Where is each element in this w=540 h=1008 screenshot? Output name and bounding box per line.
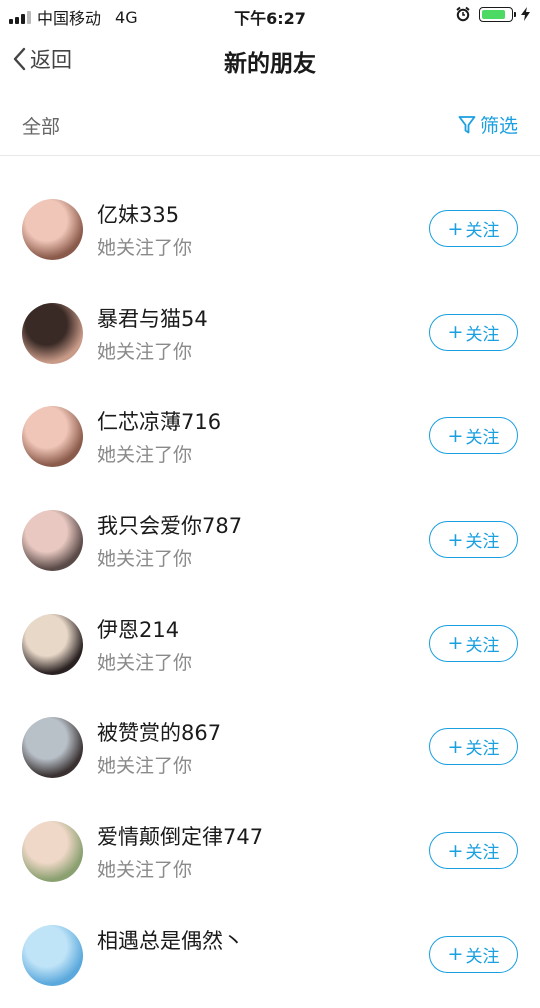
follow-button[interactable]: + 关注 (429, 313, 518, 351)
friend-row[interactable]: 爱情颠倒定律747 她关注了你 + 关注 (0, 800, 540, 904)
friend-subtitle: 她关注了你 (97, 859, 193, 882)
friend-row[interactable]: 我只会爱你787 她关注了你 + 关注 (0, 489, 540, 593)
friend-row[interactable]: 仁芯凉薄716 她关注了你 + 关注 (0, 385, 540, 489)
friend-subtitle: 她关注了你 (97, 755, 193, 778)
plus-icon: + (447, 943, 464, 966)
funnel-icon (458, 115, 476, 133)
plus-icon: + (447, 632, 464, 655)
nav-bar: 返回 新的朋友 (0, 30, 540, 92)
avatar[interactable] (22, 821, 83, 883)
follow-label: 关注 (465, 843, 500, 864)
friend-subtitle: 她关注了你 (97, 651, 193, 674)
follow-label: 关注 (465, 428, 500, 449)
follow-label: 关注 (465, 324, 500, 345)
follow-button[interactable]: + 关注 (429, 210, 518, 247)
follow-button[interactable]: + 关注 (429, 417, 518, 455)
follow-button[interactable]: + 关注 (429, 624, 518, 662)
plus-icon: + (447, 424, 464, 447)
charging-icon (521, 7, 530, 21)
friend-row[interactable]: 被赞赏的867 她关注了你 + 关注 (0, 696, 540, 800)
avatar[interactable] (22, 406, 83, 468)
battery-fill (482, 9, 505, 19)
friend-name: 被赞赏的867 (97, 721, 222, 746)
plus-icon: + (447, 528, 464, 551)
filter-button[interactable]: 筛选 (458, 111, 518, 138)
friend-name: 相遇总是偶然丶 (97, 928, 244, 953)
page-title: 新的朋友 (224, 51, 316, 77)
friend-name: 仁芯凉薄716 (97, 410, 222, 435)
follow-button[interactable]: + 关注 (429, 728, 518, 766)
avatar[interactable] (22, 510, 83, 572)
filter-label: 筛选 (479, 115, 518, 137)
follow-button[interactable]: + 关注 (429, 521, 518, 559)
friend-subtitle: 她关注了你 (97, 548, 193, 571)
follow-button[interactable]: + 关注 (429, 832, 518, 870)
friend-subtitle: 她关注了你 (97, 237, 193, 259)
avatar[interactable] (22, 199, 83, 260)
status-bar-right (455, 6, 530, 22)
friend-name: 亿妹335 (97, 203, 180, 227)
friend-name: 暴君与猫54 (97, 306, 208, 331)
friend-list: 亿妹335 她关注了你 + 关注 暴君与猫54 她关注了你 + 关注 仁芯凉薄7… (0, 178, 540, 1008)
plus-icon: + (447, 321, 464, 344)
status-bar: 中国移动 4G 下午6:27 (0, 0, 540, 30)
friend-row[interactable]: 暴君与猫54 她关注了你 + 关注 (0, 282, 540, 386)
friend-name: 伊恩214 (97, 617, 180, 642)
friend-subtitle: 她关注了你 (97, 444, 193, 467)
friend-row[interactable]: 亿妹335 她关注了你 + 关注 (0, 178, 540, 282)
plus-icon: + (447, 839, 464, 862)
plus-icon: + (447, 217, 464, 240)
follow-label: 关注 (465, 946, 500, 967)
friend-name: 我只会爱你787 (97, 514, 243, 539)
avatar[interactable] (22, 302, 83, 364)
follow-label: 关注 (465, 635, 500, 656)
friend-row[interactable]: 伊恩214 她关注了你 + 关注 (0, 593, 540, 697)
tab-all[interactable]: 全部 (22, 112, 60, 139)
follow-button[interactable]: + 关注 (429, 935, 518, 973)
friend-subtitle: 她关注了你 (97, 340, 193, 363)
friend-name: 爱情颠倒定律747 (97, 825, 264, 850)
friend-row[interactable]: 相遇总是偶然丶 + 关注 (0, 904, 540, 1008)
follow-label: 关注 (465, 739, 500, 760)
avatar[interactable] (22, 717, 83, 779)
battery-icon (479, 6, 516, 22)
filter-bar: 全部 筛选 (0, 92, 540, 156)
follow-label: 关注 (465, 532, 500, 553)
alarm-icon (456, 6, 470, 22)
follow-label: 关注 (465, 221, 500, 241)
plus-icon: + (447, 735, 464, 758)
avatar[interactable] (22, 924, 83, 986)
avatar[interactable] (22, 613, 83, 675)
